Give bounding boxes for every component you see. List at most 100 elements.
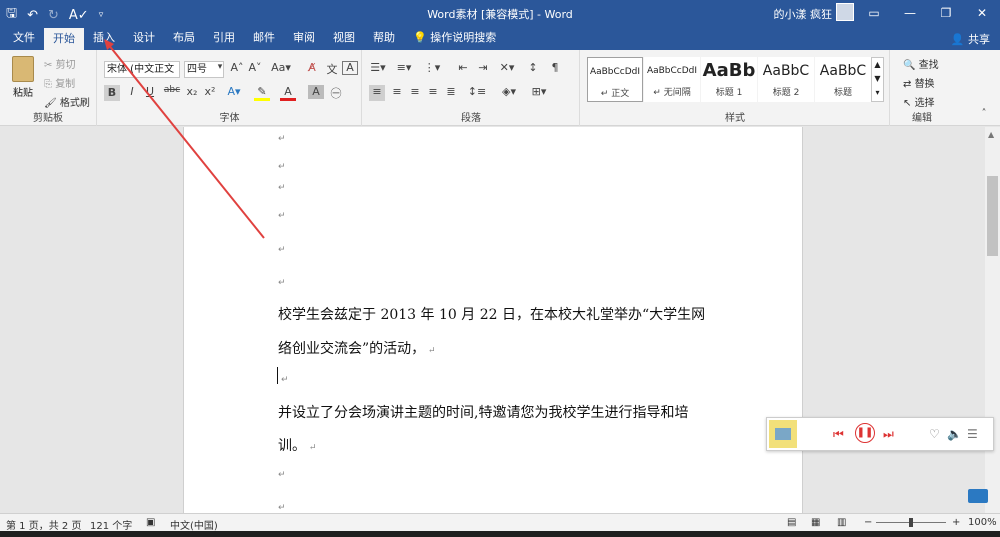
heart-icon[interactable]: ♡ [929,427,940,441]
paste-label: 粘贴 [13,88,33,99]
close-button[interactable]: ✕ [964,0,1000,26]
ribbon-display-options-button[interactable]: ▭ [856,0,892,26]
format-painter-label: 格式刷 [59,98,90,109]
line-spacing-icon[interactable]: ↕≡ [467,85,487,98]
language[interactable]: 中文(中国) [170,517,218,532]
copy-button[interactable]: ⎘ 复制 [44,75,75,90]
strikethrough-icon[interactable]: abc [162,85,182,95]
select-button[interactable]: ↖ 选择 [903,94,935,109]
font-size-dropdown-icon[interactable]: ▾ [212,62,228,72]
character-shading-icon[interactable]: A [308,85,324,99]
align-left-icon[interactable]: ≡ [369,85,385,101]
character-border-icon[interactable]: A [342,61,358,75]
style-preview: AaBbCcDdI [646,66,698,76]
document-paragraph-1-line-2[interactable]: 络创业交流会”的活动， ↵ [278,338,436,358]
numbering-icon[interactable]: ≡▾ [395,61,413,74]
clear-formatting-icon[interactable]: A̸ [304,61,320,74]
show-formatting-marks-icon[interactable]: ¶ [547,61,563,74]
grow-font-icon[interactable]: A˄ [229,61,245,74]
album-image-icon [775,428,791,440]
styles-gallery-scroll[interactable]: ▲ ▼ ▾ [871,57,884,102]
shading-icon[interactable]: ◈▾ [499,85,519,98]
user-name[interactable]: 的小漾 疯狂 [774,6,833,22]
multilevel-list-icon[interactable]: ⋮▾ [423,61,441,74]
superscript-icon[interactable]: x² [202,85,218,98]
media-player-widget[interactable]: ⏮ ❚❚ ⏭ ♡ 🔈 ☰ [766,417,994,451]
scroll-up-icon[interactable]: ▲ [872,58,883,72]
text-effects-icon[interactable]: A▾ [226,85,242,98]
paste-button[interactable]: 粘贴 [8,56,38,99]
volume-icon[interactable]: 🔈 [947,427,962,441]
increase-indent-icon[interactable]: ⇥ [475,61,491,74]
restore-button[interactable]: ❐ [928,0,964,26]
borders-icon[interactable]: ⊞▾ [529,85,549,98]
document-paragraph-1-line-1[interactable]: 校学生会兹定于 2013 年 10 月 22 日，在本校大礼堂举办“大学生网 [278,304,705,324]
tab-mailings[interactable]: 邮件 [244,26,284,50]
shrink-font-icon[interactable]: A˅ [247,61,263,74]
tab-references[interactable]: 引用 [204,26,244,50]
replace-button[interactable]: ⇄ 替换 [903,75,935,90]
print-layout-icon[interactable]: ▦ [811,517,820,528]
tab-review[interactable]: 审阅 [284,26,324,50]
web-layout-icon[interactable]: ▥ [837,517,846,528]
chinese-layout-icon[interactable]: ✕▾ [497,61,517,74]
italic-icon[interactable]: I [124,85,140,98]
next-track-icon[interactable]: ⏭ [883,427,894,442]
subscript-icon[interactable]: x₂ [184,85,200,98]
justify-icon[interactable]: ≡ [425,85,441,98]
tab-help[interactable]: 帮助 [364,26,404,50]
more-styles-icon[interactable]: ▾ [872,86,883,100]
tell-me-search[interactable]: 💡 操作说明搜索 [404,26,505,50]
bullets-icon[interactable]: ☰▾ [369,61,387,74]
style-title[interactable]: AaBbC 标题 [815,57,871,102]
read-mode-icon[interactable]: ▤ [787,517,796,528]
enclose-characters-icon[interactable]: ㊀ [328,85,344,101]
tab-insert[interactable]: 插入 [84,26,124,50]
page-count[interactable]: 第 1 页，共 2 页 [6,517,81,532]
style-heading-1[interactable]: AaBb 标题 1 [701,57,757,102]
scrollbar-thumb[interactable] [987,176,998,256]
zoom-slider-thumb[interactable] [909,518,913,527]
change-case-icon[interactable]: Aa▾ [270,61,292,74]
scroll-down-icon[interactable]: ▼ [872,72,883,86]
tab-file[interactable]: 文件 [4,26,44,50]
align-right-icon[interactable]: ≡ [407,85,423,98]
format-painter-button[interactable]: 🖌 格式刷 [44,94,90,109]
phonetic-guide-icon[interactable]: 文 [324,61,340,77]
document-paragraph-2-line-1[interactable]: 并设立了分会场演讲主题的时间,特邀请您为我校学生进行指导和培 [278,402,688,422]
font-name-combo[interactable]: 宋体 (中文正文 [104,61,180,78]
bold-icon[interactable]: B [104,85,120,101]
proofing-icon[interactable]: ▣ [146,517,155,528]
collapse-ribbon-icon[interactable]: ˄ [976,108,992,119]
minimize-button[interactable]: — [892,0,928,26]
playlist-icon[interactable]: ☰ [967,427,978,441]
style-normal[interactable]: AaBbCcDdI ↵ 正文 [587,57,643,102]
zoom-out-icon[interactable]: − [864,517,872,528]
tab-design[interactable]: 设计 [124,26,164,50]
distributed-icon[interactable]: ≣ [443,85,459,98]
word-count[interactable]: 121 个字 [90,517,132,532]
floating-panel-toggle-icon[interactable] [968,489,988,503]
tab-home[interactable]: 开始 [44,28,84,50]
avatar[interactable] [836,3,854,21]
share-button[interactable]: 👤 共享 [951,31,990,47]
highlight-color-icon[interactable]: ✎ [254,85,270,101]
styles-group-label: 样式 [725,113,745,124]
zoom-in-icon[interactable]: + [952,517,960,528]
pause-icon[interactable]: ❚❚ [855,423,875,443]
cut-button[interactable]: ✂ 剪切 [44,56,76,71]
tab-view[interactable]: 视图 [324,26,364,50]
previous-track-icon[interactable]: ⏮ [833,427,844,442]
style-no-spacing[interactable]: AaBbCcDdI ↵ 无间隔 [644,57,700,102]
align-center-icon[interactable]: ≡ [389,85,405,98]
zoom-level[interactable]: 100% [968,517,997,528]
style-heading-2[interactable]: AaBbC 标题 2 [758,57,814,102]
underline-icon[interactable]: U [142,85,158,98]
find-button[interactable]: 🔍 查找 [903,56,939,71]
scroll-up-arrow-icon[interactable]: ▲ [988,130,994,139]
font-color-icon[interactable]: A [280,85,296,101]
document-paragraph-2-line-2[interactable]: 训。 ↵ [278,435,316,455]
tab-layout[interactable]: 布局 [164,26,204,50]
sort-icon[interactable]: ↕ [525,61,541,74]
decrease-indent-icon[interactable]: ⇤ [455,61,471,74]
